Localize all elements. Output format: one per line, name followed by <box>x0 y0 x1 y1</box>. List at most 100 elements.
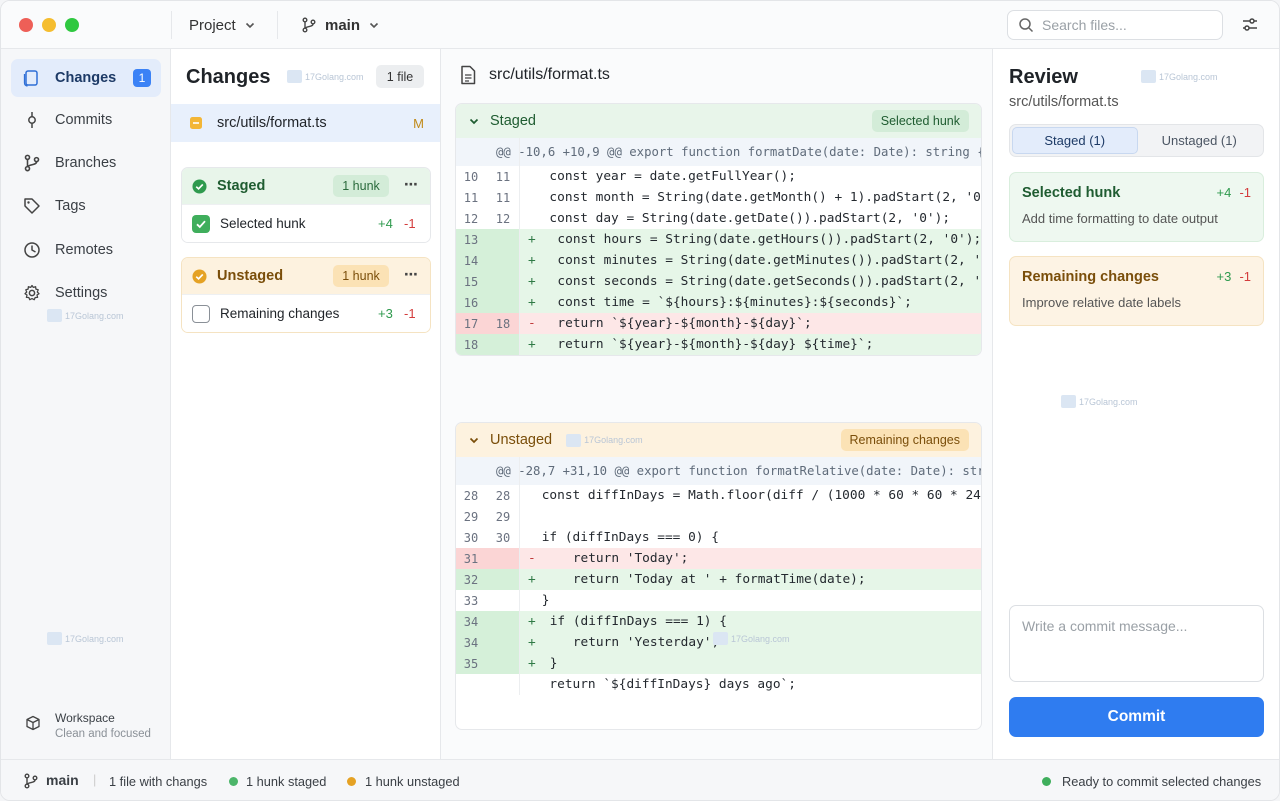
chevron-down-icon <box>469 437 479 444</box>
branch-dropdown[interactable]: main <box>301 15 380 35</box>
unstaged-status-dot <box>347 777 356 786</box>
unstaged-group: Unstaged 1 hunk ⋯ Remaining changes +3 -… <box>181 257 431 333</box>
plus-sign: + <box>528 274 536 289</box>
tab-staged[interactable]: Staged (1) <box>1012 127 1138 154</box>
old-line-number: 12 <box>463 211 479 226</box>
added-line: 34 + if (diffInDays === 1) { <box>456 611 981 632</box>
context-line: 10 11 const year = date.getFullYear(); <box>456 166 981 187</box>
file-list-item[interactable]: src/utils/format.ts M <box>171 104 440 142</box>
sidebar-item-label: Remotes <box>55 242 114 258</box>
added-line: 16 + const time = `${hours}:${minutes}:${… <box>456 292 981 313</box>
hunk-header-text: @@ -28,7 +31,10 @@ export function forma… <box>496 464 982 478</box>
ready-status-dot <box>1042 777 1051 786</box>
diff-file-path: src/utils/format.ts <box>489 66 610 83</box>
code-text: } <box>534 593 550 608</box>
code-text: const day = String(date.getDate()).padSt… <box>534 211 951 226</box>
removed-line: 17 18 - return `${year}-${month}-${day}`; <box>456 313 981 334</box>
minimize-window-button[interactable] <box>42 18 56 32</box>
sidebar-item-settings[interactable]: Settings <box>11 274 161 312</box>
deletions-count: -1 <box>1239 269 1251 284</box>
additions-count: +3 <box>1216 269 1232 284</box>
sidebar-item-remotes[interactable]: Remotes <box>11 231 161 269</box>
unstaged-hunk-checkbox[interactable] <box>192 304 210 323</box>
deletions-count: -1 <box>1239 185 1251 200</box>
hunk-header: @@ -10,6 +10,9 @@ export function format… <box>456 138 981 166</box>
search-input[interactable] <box>1042 17 1202 33</box>
unstaged-group-header[interactable]: Unstaged 1 hunk ⋯ <box>182 258 430 294</box>
staged-diff-card: Staged Selected hunk @@ -10,6 +10,9 @@ e… <box>455 103 982 356</box>
search-icon <box>1019 18 1034 33</box>
unstaged-diff-lines: @@ -28,7 +31,10 @@ export function forma… <box>456 457 981 695</box>
summary-description: Improve relative date labels <box>1022 295 1181 310</box>
sidebar-item-tags[interactable]: Tags <box>11 187 161 225</box>
additions-count: +3 <box>378 306 393 321</box>
filter-settings-button[interactable] <box>1241 16 1259 37</box>
changes-icon <box>23 70 38 87</box>
new-line-number: 28 <box>495 488 511 503</box>
unstaged-hunk-row[interactable]: Remaining changes +3 -1 <box>182 294 430 332</box>
check-circle-icon <box>192 178 207 194</box>
sidebar: Changes 1 Commits Branches Tags Remotes … <box>1 49 171 759</box>
old-line-number: 28 <box>463 488 479 503</box>
watermark: 17Golang.com <box>713 632 790 645</box>
status-ready: Ready to commit selected changes <box>1062 774 1262 789</box>
review-file-path: src/utils/format.ts <box>1009 94 1119 110</box>
sidebar-item-label: Commits <box>55 112 113 128</box>
search-box <box>1007 10 1223 40</box>
status-unstaged: 1 hunk unstaged <box>365 774 460 789</box>
plus-sign: + <box>528 232 536 247</box>
commit-message-input[interactable] <box>1009 605 1264 682</box>
titlebar: Project main <box>1 1 1279 49</box>
staged-group-header[interactable]: Staged 1 hunk ⋯ <box>182 168 430 204</box>
staged-hunk-checkbox[interactable] <box>192 214 210 233</box>
staged-diff-header[interactable]: Staged Selected hunk <box>456 104 981 138</box>
sliders-icon <box>1243 18 1257 31</box>
project-label: Project <box>189 16 236 34</box>
new-line-number: 29 <box>495 509 511 524</box>
unstaged-diff-header[interactable]: Unstaged 17Golang.com Remaining changes <box>456 423 981 457</box>
staged-diff-label: Staged <box>490 113 536 129</box>
titlebar-divider <box>277 11 278 39</box>
code-text: return `${diffInDays} days ago`; <box>534 677 796 692</box>
code-text: const diffInDays = Math.floor(diff / (10… <box>534 488 982 503</box>
code-text: } <box>542 656 558 671</box>
more-options-icon[interactable]: ⋯ <box>404 266 418 283</box>
maximize-window-button[interactable] <box>65 18 79 32</box>
sidebar-item-label: Branches <box>55 155 117 171</box>
added-line: 13 + const hours = String(date.getHours()… <box>456 229 981 250</box>
code-text: return 'Yesterday'; <box>542 635 720 650</box>
old-line-number: 18 <box>463 337 479 352</box>
selected-hunk-tag: Selected hunk <box>871 110 969 132</box>
changes-panel: Changes 17Golang.com 1 file src/utils/fo… <box>171 49 441 759</box>
status-branch[interactable]: main <box>46 772 79 788</box>
added-line: 35 + } <box>456 653 981 674</box>
staged-diff-lines: @@ -10,6 +10,9 @@ export function format… <box>456 138 981 355</box>
old-line-number: 33 <box>463 593 479 608</box>
line-gutter <box>456 674 520 695</box>
hunk-label: Selected hunk <box>220 216 306 231</box>
sidebar-item-changes[interactable]: Changes 1 <box>11 59 161 97</box>
commit-button[interactable]: Commit <box>1009 697 1264 737</box>
sidebar-item-branches[interactable]: Branches <box>11 144 161 182</box>
project-dropdown[interactable]: Project <box>189 15 256 35</box>
sidebar-item-commits[interactable]: Commits <box>11 101 161 139</box>
code-text: const seconds = String(date.getSeconds()… <box>542 274 982 289</box>
file-path: src/utils/format.ts <box>217 115 327 131</box>
minus-sign: - <box>528 316 536 331</box>
code-text: if (diffInDays === 1) { <box>542 614 727 629</box>
remaining-changes-summary[interactable]: Remaining changes +3 -1 Improve relative… <box>1009 256 1264 326</box>
selected-hunk-summary[interactable]: Selected hunk +4 -1 Add time formatting … <box>1009 172 1264 242</box>
old-line-number: 34 <box>463 635 479 650</box>
remaining-changes-tag: Remaining changes <box>840 429 969 451</box>
tab-unstaged[interactable]: Unstaged (1) <box>1138 127 1262 154</box>
commit-icon <box>28 112 36 128</box>
more-options-icon[interactable]: ⋯ <box>404 176 418 193</box>
status-bar: main | 1 file with changs 1 hunk staged … <box>1 759 1279 800</box>
old-line-number: 30 <box>463 530 479 545</box>
branch-icon <box>24 773 38 789</box>
staged-hunk-row[interactable]: Selected hunk +4 -1 <box>182 204 430 242</box>
close-window-button[interactable] <box>19 18 33 32</box>
branch-label: main <box>325 16 361 34</box>
gear-icon <box>24 284 40 301</box>
deletions-count: -1 <box>404 216 416 231</box>
